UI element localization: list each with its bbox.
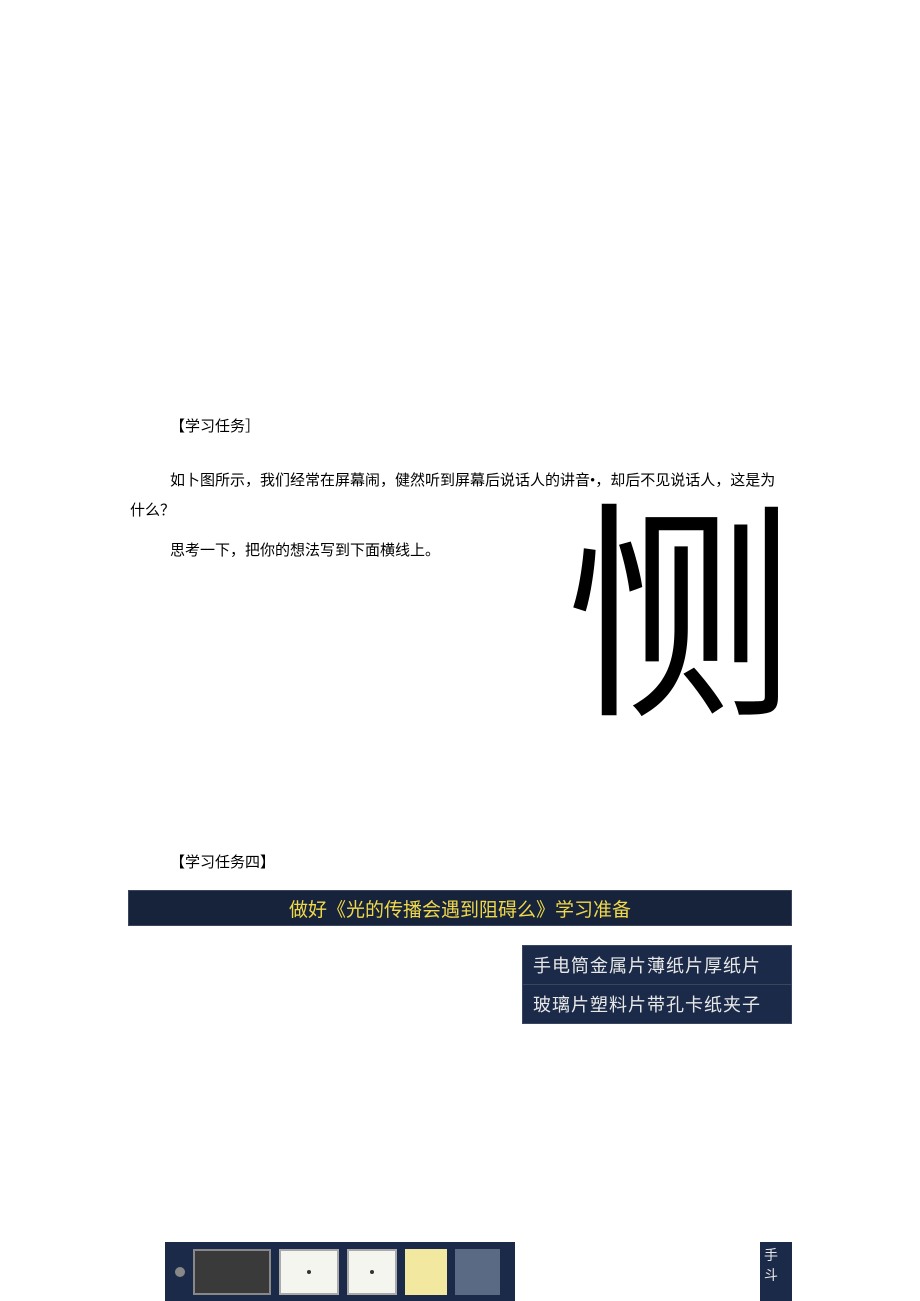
tiny-dot (370, 1270, 374, 1274)
para1-a: 如卜图所示，我们经常在屏幕闹，健然听到屏幕后说话人的讲音 (170, 473, 590, 489)
materials-box: 手电筒金属片薄纸片厚纸片 玻璃片塑料片带孔卡纸夹子 (522, 945, 792, 1024)
materials-row-1: 手电筒金属片薄纸片厚纸片 (523, 946, 791, 984)
square-frame-d (405, 1249, 447, 1295)
section-heading-2: 【学习任务四】 (130, 851, 790, 872)
bottom-image-strip (165, 1242, 515, 1301)
square-frame-b (279, 1249, 339, 1295)
square-frame-e (455, 1249, 500, 1295)
bottom-right-label: 手斗 (760, 1242, 792, 1301)
materials-row-2: 玻璃片塑料片带孔卡纸夹子 (523, 984, 791, 1023)
circle-icon (175, 1267, 185, 1277)
lesson-banner: 做好《光的传播会遇到阻碍么》学习准备 (128, 890, 792, 926)
large-character: 恻 (565, 505, 795, 735)
section-heading: 【学习任务］ (130, 415, 790, 436)
square-frame-c (347, 1249, 397, 1295)
square-frame-a (193, 1249, 271, 1295)
banner-text: 做好《光的传播会遇到阻碍么》学习准备 (289, 895, 631, 922)
tiny-dot (307, 1270, 311, 1274)
